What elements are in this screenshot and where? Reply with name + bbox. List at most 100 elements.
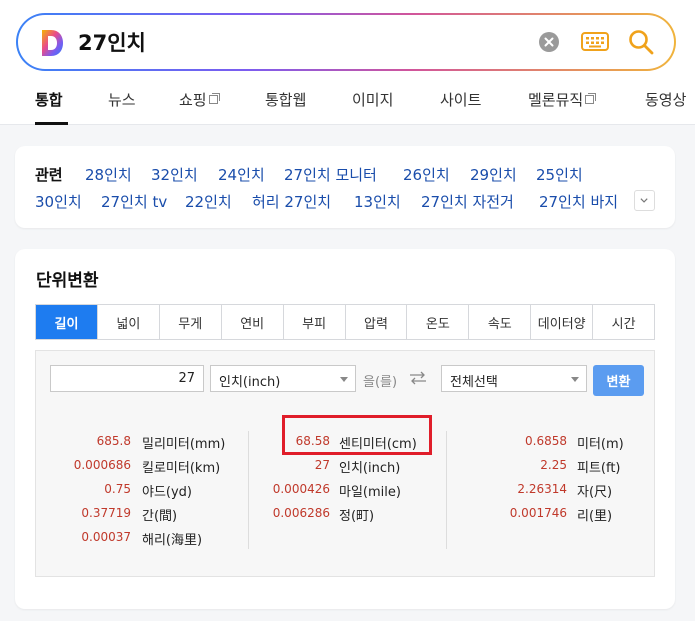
related-link[interactable]: 28인치 xyxy=(85,164,132,185)
tab-label: 사이트 xyxy=(440,91,482,109)
result-value: 0.006286 xyxy=(272,506,330,520)
tab-label: 뉴스 xyxy=(108,91,136,109)
chevron-down-icon xyxy=(340,377,348,382)
result-unit: 킬로미터(km) xyxy=(142,461,221,476)
swap-icon[interactable] xyxy=(409,371,427,385)
result-unit: 간(間) xyxy=(142,509,178,524)
unit-tab-volume[interactable]: 부피 xyxy=(283,305,346,339)
unit-tab-time[interactable]: 시간 xyxy=(593,305,655,339)
tab-video[interactable]: 동영상 xyxy=(645,89,686,110)
related-link[interactable]: 25인치 xyxy=(536,164,583,185)
result-value: 0.37719 xyxy=(81,506,131,520)
result-row: 27 인치(inch) xyxy=(250,455,450,479)
tab-label: 통합 xyxy=(35,91,63,109)
highlight-box xyxy=(282,415,432,455)
related-link[interactable]: 27인치 자전거 xyxy=(421,191,514,212)
daum-logo-icon[interactable] xyxy=(40,29,64,57)
external-link-icon xyxy=(585,93,597,104)
result-row: 0.006286 정(町) xyxy=(250,503,450,527)
tab-web[interactable]: 통합웹 xyxy=(265,89,306,110)
external-link-icon xyxy=(208,93,220,104)
tab-label: 이미지 xyxy=(352,91,394,109)
header: 통합 뉴스 쇼핑 통합웹 이미지 사이트 멜론뮤직 동영상 xyxy=(0,0,695,125)
result-value: 0.001746 xyxy=(509,506,567,520)
result-value: 0.6858 xyxy=(525,434,567,448)
search-input[interactable] xyxy=(78,26,498,58)
related-expand-button[interactable] xyxy=(634,190,655,211)
related-link[interactable]: 24인치 xyxy=(218,164,265,185)
result-value: 27 xyxy=(314,458,330,472)
tab-integrated[interactable]: 통합 xyxy=(35,89,63,110)
result-row: 685.8 밀리미터(mm) xyxy=(36,431,246,455)
unit-tab-data[interactable]: 데이터양 xyxy=(531,305,594,339)
result-value: 0.000426 xyxy=(272,482,330,496)
result-unit: 자(尺) xyxy=(577,485,613,500)
unit-tab-pressure[interactable]: 압력 xyxy=(345,305,408,339)
result-value: 0.00037 xyxy=(81,530,131,544)
result-unit: 미터(m) xyxy=(577,437,624,452)
tab-site[interactable]: 사이트 xyxy=(440,89,481,110)
keyboard-icon[interactable] xyxy=(581,31,609,53)
related-link[interactable]: 13인치 xyxy=(354,191,401,212)
tab-melon-music[interactable]: 멜론뮤직 xyxy=(528,89,597,110)
search-bar xyxy=(16,13,676,71)
related-link[interactable]: 허리 27인치 xyxy=(252,191,331,212)
from-unit-select[interactable]: 인치(inch) xyxy=(210,365,356,392)
chevron-down-icon xyxy=(640,198,648,203)
result-row: 2.26314 자(尺) xyxy=(448,479,654,503)
related-link[interactable]: 27인치 tv xyxy=(101,191,167,212)
result-unit: 해리(海里) xyxy=(142,533,203,548)
result-unit: 리(里) xyxy=(577,509,613,524)
tab-news[interactable]: 뉴스 xyxy=(108,89,136,110)
related-link[interactable]: 22인치 xyxy=(185,191,232,212)
unit-tab-speed[interactable]: 속도 xyxy=(469,305,532,339)
active-tab-indicator xyxy=(35,122,68,125)
unit-tab-temperature[interactable]: 온도 xyxy=(407,305,470,339)
result-unit: 정(町) xyxy=(339,509,375,524)
result-row: 0.000686 킬로미터(km) xyxy=(36,455,246,479)
to-unit-value: 전체선택 xyxy=(450,375,498,390)
result-row: 0.6858 미터(m) xyxy=(448,431,654,455)
unit-tabs: 길이 넓이 무게 연비 부피 압력 온도 속도 데이터양 시간 xyxy=(35,304,655,340)
column-divider xyxy=(446,431,447,549)
tab-shopping[interactable]: 쇼핑 xyxy=(179,89,220,110)
amount-input[interactable] xyxy=(50,365,204,392)
particle-label: 을(를) xyxy=(363,375,398,390)
converter-panel: 인치(inch) 을(를) 전체선택 변환 685.8 밀리미터(mm) 0.0… xyxy=(35,350,655,577)
related-link[interactable]: 27인치 바지 xyxy=(539,191,618,212)
unit-converter: 단위변환 길이 넓이 무게 연비 부피 압력 온도 속도 데이터양 시간 인치(… xyxy=(15,249,675,609)
tab-label: 동영상 xyxy=(645,91,687,109)
tab-image[interactable]: 이미지 xyxy=(352,89,393,110)
search-icon[interactable] xyxy=(627,28,655,56)
unit-tab-area[interactable]: 넓이 xyxy=(97,305,160,339)
result-row: 0.37719 간(間) xyxy=(36,503,246,527)
convert-button[interactable]: 변환 xyxy=(593,365,644,396)
chevron-down-icon xyxy=(571,377,579,382)
related-link[interactable]: 29인치 xyxy=(470,164,517,185)
result-value: 0.000686 xyxy=(73,458,131,472)
result-value: 2.26314 xyxy=(517,482,567,496)
tab-label: 멜론뮤직 xyxy=(528,91,584,109)
result-row: 0.75 야드(yd) xyxy=(36,479,246,503)
unit-tab-fuel[interactable]: 연비 xyxy=(221,305,284,339)
to-unit-select[interactable]: 전체선택 xyxy=(441,365,587,392)
result-row: 2.25 피트(ft) xyxy=(448,455,654,479)
related-link[interactable]: 26인치 xyxy=(403,164,450,185)
result-unit: 마일(mile) xyxy=(339,485,401,500)
result-row: 0.00037 해리(海里) xyxy=(36,527,246,551)
result-unit: 야드(yd) xyxy=(142,485,193,500)
related-link[interactable]: 32인치 xyxy=(151,164,198,185)
related-link[interactable]: 27인치 모니터 xyxy=(284,164,377,185)
related-link[interactable]: 30인치 xyxy=(35,191,82,212)
column-divider xyxy=(248,431,249,549)
search-bar-inner xyxy=(18,15,674,69)
clear-icon[interactable] xyxy=(539,32,559,52)
tab-label: 통합웹 xyxy=(265,91,307,109)
result-row: 0.000426 마일(mile) xyxy=(250,479,450,503)
unit-tab-weight[interactable]: 무게 xyxy=(159,305,222,339)
result-value: 685.8 xyxy=(96,434,131,448)
result-row: 0.001746 리(里) xyxy=(448,503,654,527)
result-unit: 밀리미터(mm) xyxy=(142,437,226,452)
result-unit: 인치(inch) xyxy=(339,461,401,476)
unit-tab-length[interactable]: 길이 xyxy=(36,305,98,339)
